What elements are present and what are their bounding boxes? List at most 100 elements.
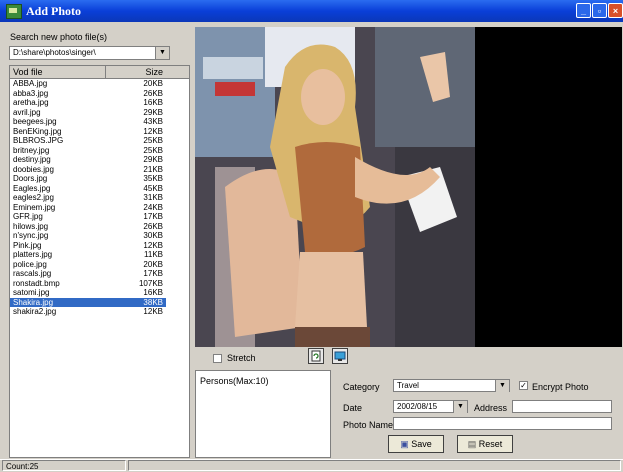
reset-button[interactable]: ▤ Reset [457, 435, 513, 453]
encrypt-checkbox[interactable]: ✓ [519, 381, 528, 390]
chevron-down-icon[interactable]: ▼ [495, 380, 509, 392]
list-item[interactable]: aretha.jpg 16KB [10, 98, 189, 108]
preview-background [475, 27, 622, 347]
list-item[interactable]: ronstadt.bmp 107KB [10, 279, 189, 289]
stretch-checkbox[interactable] [213, 354, 222, 363]
file-size: 20KB [143, 79, 163, 88]
encrypt-label: Encrypt Photo [532, 382, 589, 392]
column-header-size[interactable]: Size [106, 66, 166, 78]
list-item[interactable]: BenEKing.jpg 12KB [10, 127, 189, 137]
view-button[interactable] [332, 348, 348, 364]
app-photo-icon [6, 4, 22, 19]
list-item[interactable]: Eminem.jpg 24KB [10, 203, 189, 213]
file-name: Eagles.jpg [13, 183, 51, 193]
file-name: n'sync.jpg [13, 231, 49, 240]
search-label: Search new photo file(s) [10, 32, 108, 42]
list-item[interactable]: GFR.jpg 17KB [10, 212, 189, 222]
address-label: Address [474, 403, 508, 413]
file-name: abba3.jpg [13, 88, 49, 98]
path-dropdown[interactable]: D:\share\photos\singer\ ▼ [9, 46, 170, 60]
file-size: 17KB [143, 212, 163, 221]
file-size: 16KB [143, 288, 163, 297]
rotate-icon [311, 350, 321, 362]
title-bar: Add Photo _ ▫ × [0, 0, 623, 22]
window-title: Add Photo [26, 4, 82, 18]
save-label: Save [411, 439, 432, 449]
list-item[interactable]: eagles2.jpg 31KB [10, 193, 189, 203]
file-size: 38KB [143, 297, 163, 307]
file-size: 31KB [143, 193, 163, 202]
status-count: Count:25 [2, 460, 126, 471]
list-item[interactable]: satomi.jpg 16KB [10, 288, 189, 298]
file-name: Shakira.jpg [13, 297, 54, 307]
file-list-header: Vod file Size [10, 66, 189, 79]
file-name: GFR.jpg [13, 212, 43, 221]
minimize-button[interactable]: _ [576, 3, 591, 18]
file-rows: ABBA.jpg 20KB abba3.jpg 26KB aretha.jpg 16KB a… [10, 79, 189, 317]
list-item[interactable]: platters.jpg 11KB [10, 250, 189, 260]
rotate-button[interactable] [308, 348, 324, 364]
file-size: 12KB [143, 126, 163, 136]
status-panel [128, 460, 621, 471]
save-button[interactable]: ▣ Save [388, 435, 444, 453]
list-item[interactable]: destiny.jpg 29KB [10, 155, 189, 165]
list-item[interactable]: Pink.jpg 12KB [10, 241, 189, 251]
stretch-label: Stretch [227, 353, 256, 363]
category-value: Travel [397, 381, 419, 390]
list-item[interactable]: ABBA.jpg 20KB [10, 79, 189, 89]
file-size: 35KB [143, 174, 163, 183]
list-item[interactable]: police.jpg 20KB [10, 260, 189, 270]
list-item[interactable]: BLBROS.JPG 25KB [10, 136, 189, 146]
file-name: platters.jpg [13, 250, 53, 259]
file-name: hilows.jpg [13, 221, 49, 231]
list-item[interactable]: Eagles.jpg 45KB [10, 184, 189, 194]
date-value: 2002/08/15 [397, 402, 438, 411]
category-select[interactable]: Travel ▼ [393, 379, 510, 392]
persons-box[interactable]: Persons(Max:10) [195, 370, 331, 458]
file-size: 16KB [143, 98, 163, 107]
close-button[interactable]: × [608, 3, 623, 18]
file-name: ronstadt.bmp [13, 278, 60, 288]
list-item[interactable]: beegees.jpg 43KB [10, 117, 189, 127]
file-name: eagles2.jpg [13, 193, 54, 202]
list-item[interactable]: abba3.jpg 26KB [10, 89, 189, 99]
file-name: Pink.jpg [13, 240, 42, 250]
date-label: Date [343, 403, 363, 413]
list-item[interactable]: shakira2.jpg 12KB [10, 307, 189, 317]
file-size: 29KB [143, 107, 163, 117]
list-item[interactable]: doobies.jpg 21KB [10, 165, 189, 175]
file-size: 24KB [143, 202, 163, 212]
list-item[interactable]: britney.jpg 25KB [10, 146, 189, 156]
reset-label: Reset [478, 439, 503, 449]
list-item[interactable]: avril.jpg 29KB [10, 108, 189, 118]
chevron-down-icon[interactable]: ▼ [155, 47, 169, 59]
reset-icon: ▤ [467, 439, 477, 449]
date-picker[interactable]: 2002/08/15 ▼ [393, 400, 468, 413]
chevron-down-icon[interactable]: ▼ [453, 401, 467, 413]
category-label: Category [343, 382, 380, 392]
file-name: doobies.jpg [13, 164, 54, 174]
file-size: 12KB [143, 240, 163, 250]
photo-preview [195, 27, 475, 347]
left-panel: Search new photo file(s) D:\share\photos… [0, 22, 193, 459]
monitor-icon [334, 351, 346, 361]
file-name: BLBROS.JPG [13, 136, 64, 145]
list-item[interactable]: hilows.jpg 26KB [10, 222, 189, 232]
list-item[interactable]: n'sync.jpg 30KB [10, 231, 189, 241]
photo-info-form: Category Travel ▼ ✓ Encrypt Photo Date 2… [333, 370, 623, 458]
address-field[interactable] [512, 400, 612, 413]
file-size: 26KB [143, 221, 163, 231]
file-size: 25KB [143, 145, 163, 155]
save-icon: ▣ [400, 439, 409, 449]
list-item[interactable]: rascals.jpg 17KB [10, 269, 189, 279]
photo-name-label: Photo Name [343, 420, 394, 430]
photo-name-field[interactable] [393, 417, 612, 430]
list-item[interactable]: Doors.jpg 35KB [10, 174, 189, 184]
list-item[interactable]: Shakira.jpg 38KB [10, 297, 166, 307]
file-name: satomi.jpg [13, 288, 50, 297]
file-name: destiny.jpg [13, 155, 51, 164]
file-list[interactable]: Vod file Size ABBA.jpg 20KB abba3.jpg 26KB a… [9, 65, 190, 458]
maximize-button[interactable]: ▫ [592, 3, 607, 18]
column-header-file[interactable]: Vod file [10, 66, 106, 78]
file-name: aretha.jpg [13, 98, 49, 107]
